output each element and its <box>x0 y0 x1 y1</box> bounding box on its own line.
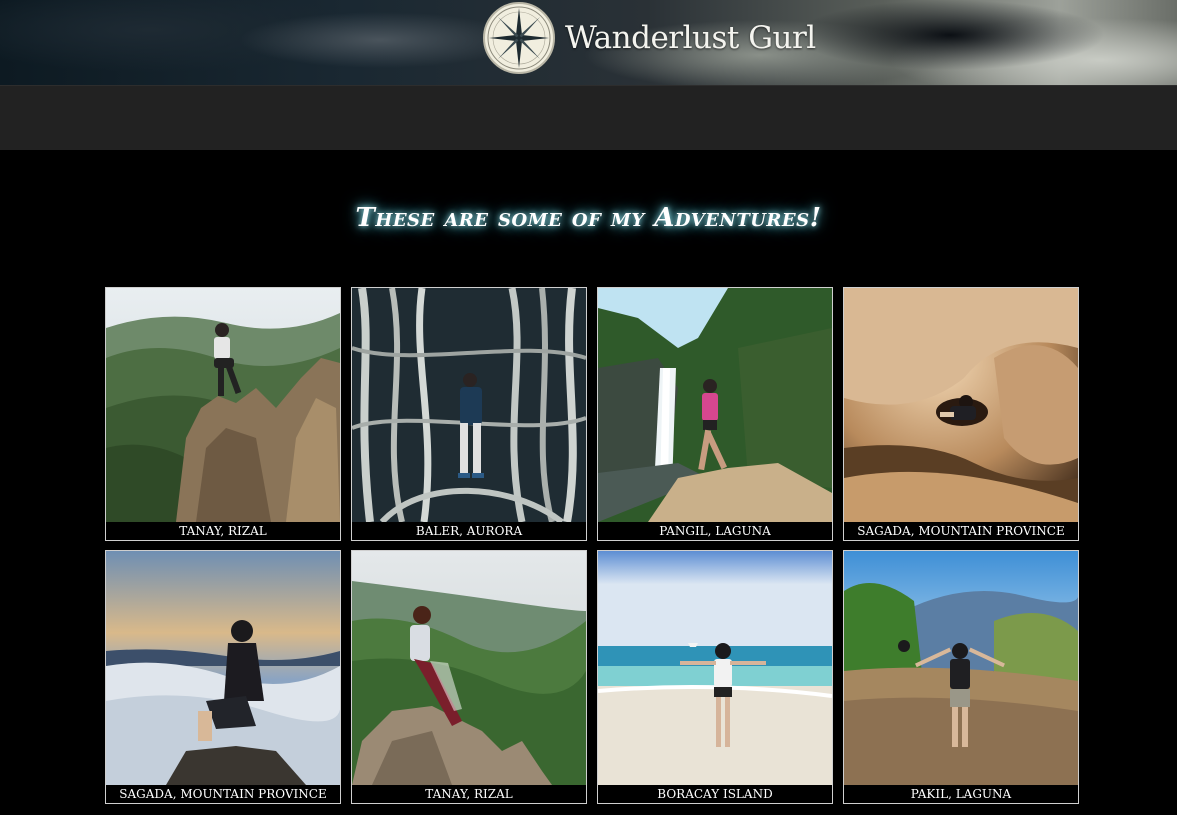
gallery-caption: BALER, AURORA <box>415 524 523 538</box>
gallery-card[interactable]: TANAY, RIZAL <box>105 287 341 541</box>
photo-gallery: TANAY, RIZAL BALER, AURORA PANGIL, LAGUN… <box>105 287 1079 804</box>
site-brand[interactable]: Wanderlust Gurl <box>483 1 816 75</box>
gallery-caption: PAKIL, LAGUNA <box>910 787 1012 801</box>
gallery-photo[interactable] <box>106 288 340 522</box>
adventures-heading: These are some of my Adventures! <box>355 203 822 233</box>
gallery-card[interactable]: PAKIL, LAGUNA <box>843 550 1079 804</box>
gallery-caption: TANAY, RIZAL <box>179 524 267 538</box>
gallery-photo[interactable] <box>598 551 832 785</box>
gallery-card[interactable]: SAGADA, MOUNTAIN PROVINCE <box>843 287 1079 541</box>
compass-rose-icon <box>483 2 555 74</box>
gallery-caption: PANGIL, LAGUNA <box>659 524 771 538</box>
gallery-card[interactable]: PANGIL, LAGUNA <box>597 287 833 541</box>
site-title: Wanderlust Gurl <box>565 20 816 56</box>
gallery-caption: SAGADA, MOUNTAIN PROVINCE <box>857 524 1065 538</box>
gallery-caption: SAGADA, MOUNTAIN PROVINCE <box>119 787 327 801</box>
gallery-caption: BORACAY ISLAND <box>657 787 773 801</box>
gallery-photo[interactable] <box>844 551 1078 785</box>
gallery-photo[interactable] <box>598 288 832 522</box>
gallery-photo[interactable] <box>106 551 340 785</box>
gallery-card[interactable]: TANAY, RIZAL <box>351 550 587 804</box>
gallery-photo[interactable] <box>352 551 586 785</box>
gallery-card[interactable]: BALER, AURORA <box>351 287 587 541</box>
navigation-bar <box>0 85 1177 150</box>
site-header: Wanderlust Gurl <box>0 0 1177 85</box>
gallery-photo[interactable] <box>844 288 1078 522</box>
gallery-caption: TANAY, RIZAL <box>425 787 513 801</box>
gallery-photo[interactable] <box>352 288 586 522</box>
gallery-card[interactable]: SAGADA, MOUNTAIN PROVINCE <box>105 550 341 804</box>
gallery-card[interactable]: BORACAY ISLAND <box>597 550 833 804</box>
